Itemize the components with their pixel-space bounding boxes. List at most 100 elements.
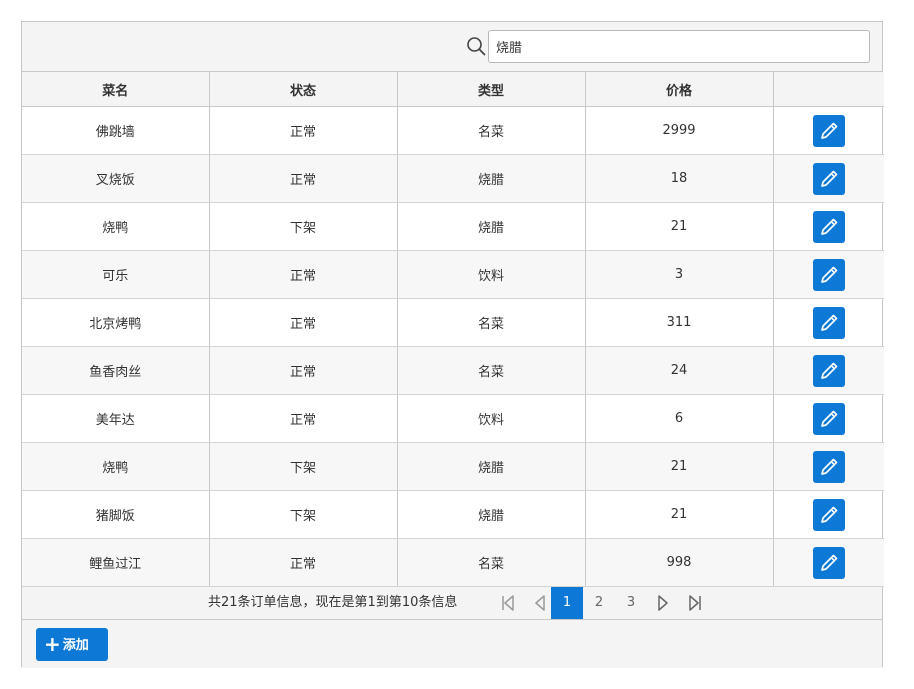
edit-button[interactable] [812,210,845,243]
prev-page-icon [535,595,545,611]
cell-type: 烧腊 [397,154,586,203]
grid-footer: + 添加 [22,620,882,668]
edit-button[interactable] [812,546,845,579]
cell-price: 3 [585,250,774,299]
cell-actions [773,538,884,587]
column-header-type[interactable]: 类型 [397,72,586,107]
orders-table: 菜名 状态 类型 价格 佛跳墙 正常 名菜 2999 叉烧饭 正常 烧腊 18 烧鸭 下架 烧腊 21… [22,72,884,587]
cell-status: 正常 [209,106,398,155]
cell-price: 21 [585,202,774,251]
table-row[interactable]: 烧鸭 下架 烧腊 21 [22,202,884,251]
cell-status: 正常 [209,250,398,299]
edit-button[interactable] [812,162,845,195]
table-row[interactable]: 烧鸭 下架 烧腊 21 [22,442,884,491]
pencil-icon [813,259,845,291]
cell-actions [773,442,884,491]
cell-price: 24 [585,346,774,395]
cell-name: 猪脚饭 [22,490,210,539]
edit-button[interactable] [812,450,845,483]
first-page-button[interactable] [492,587,524,619]
last-page-icon [689,595,701,611]
cell-type: 烧腊 [397,490,586,539]
next-page-button[interactable] [647,587,679,619]
cell-price: 21 [585,442,774,491]
cell-name: 烧鸭 [22,202,210,251]
column-header-price[interactable]: 价格 [585,72,774,107]
column-header-status[interactable]: 状态 [209,72,398,107]
cell-name: 佛跳墙 [22,106,210,155]
pencil-icon [813,547,845,579]
cell-name: 北京烤鸭 [22,298,210,347]
cell-status: 正常 [209,538,398,587]
edit-button[interactable] [812,114,845,147]
cell-status: 下架 [209,202,398,251]
page-button-1[interactable]: 1 [551,587,583,619]
cell-actions [773,394,884,443]
plus-icon: + [44,632,61,656]
cell-status: 正常 [209,298,398,347]
cell-type: 饮料 [397,394,586,443]
cell-status: 正常 [209,394,398,443]
table-row[interactable]: 北京烤鸭 正常 名菜 311 [22,298,884,347]
cell-type: 名菜 [397,106,586,155]
last-page-button[interactable] [679,587,711,619]
edit-button[interactable] [812,258,845,291]
cell-price: 18 [585,154,774,203]
cell-name: 鲤鱼过江 [22,538,210,587]
cell-actions [773,490,884,539]
cell-status: 下架 [209,442,398,491]
cell-actions [773,202,884,251]
grid-toolbar [22,22,882,72]
cell-actions [773,106,884,155]
add-button-label: 添加 [62,638,89,653]
cell-actions [773,298,884,347]
edit-button[interactable] [812,498,845,531]
header-row: 菜名 状态 类型 价格 [22,72,884,107]
page-button-2[interactable]: 2 [583,587,615,619]
cell-price: 6 [585,394,774,443]
cell-name: 烧鸭 [22,442,210,491]
pencil-icon [813,499,845,531]
table-row[interactable]: 鱼香肉丝 正常 名菜 24 [22,346,884,395]
first-page-icon [502,595,514,611]
add-button[interactable]: + 添加 [36,628,108,661]
cell-name: 可乐 [22,250,210,299]
table-row[interactable]: 叉烧饭 正常 烧腊 18 [22,154,884,203]
cell-status: 正常 [209,154,398,203]
cell-price: 21 [585,490,774,539]
pencil-icon [813,307,845,339]
cell-name: 美年达 [22,394,210,443]
cell-type: 名菜 [397,298,586,347]
cell-price: 2999 [585,106,774,155]
cell-type: 名菜 [397,538,586,587]
cell-status: 下架 [209,490,398,539]
pager: 共21条订单信息，现在是第1到第10条信息 1 2 3 [22,587,882,620]
edit-button[interactable] [812,402,845,435]
cell-type: 名菜 [397,346,586,395]
cell-name: 叉烧饭 [22,154,210,203]
table-row[interactable]: 可乐 正常 饮料 3 [22,250,884,299]
pencil-icon [813,115,845,147]
page-button-3[interactable]: 3 [615,587,647,619]
pencil-icon [813,211,845,243]
column-header-actions [773,72,884,107]
table-row[interactable]: 美年达 正常 饮料 6 [22,394,884,443]
search-input[interactable] [488,30,870,63]
cell-actions [773,154,884,203]
table-body: 佛跳墙 正常 名菜 2999 叉烧饭 正常 烧腊 18 烧鸭 下架 烧腊 21 可乐 正常 饮料 3 北京烤鸭正… [22,106,884,587]
cell-type: 饮料 [397,250,586,299]
pencil-icon [813,403,845,435]
search-icon[interactable] [466,36,486,56]
table-row[interactable]: 鲤鱼过江 正常 名菜 998 [22,538,884,587]
data-grid: 菜名 状态 类型 价格 佛跳墙正常名菜2999叉烧饭正常烧腊18烧鸭下架烧腊21… [21,21,884,668]
edit-button[interactable] [812,354,845,387]
table-row[interactable]: 猪脚饭 下架 烧腊 21 [22,490,884,539]
pencil-icon [813,355,845,387]
pencil-icon [813,451,845,483]
cell-actions [773,250,884,299]
next-page-icon [658,595,668,611]
pager-info: 共21条订单信息，现在是第1到第10条信息 [208,595,458,610]
column-header-name[interactable]: 菜名 [22,72,210,107]
table-row[interactable]: 佛跳墙 正常 名菜 2999 [22,106,884,155]
edit-button[interactable] [812,306,845,339]
